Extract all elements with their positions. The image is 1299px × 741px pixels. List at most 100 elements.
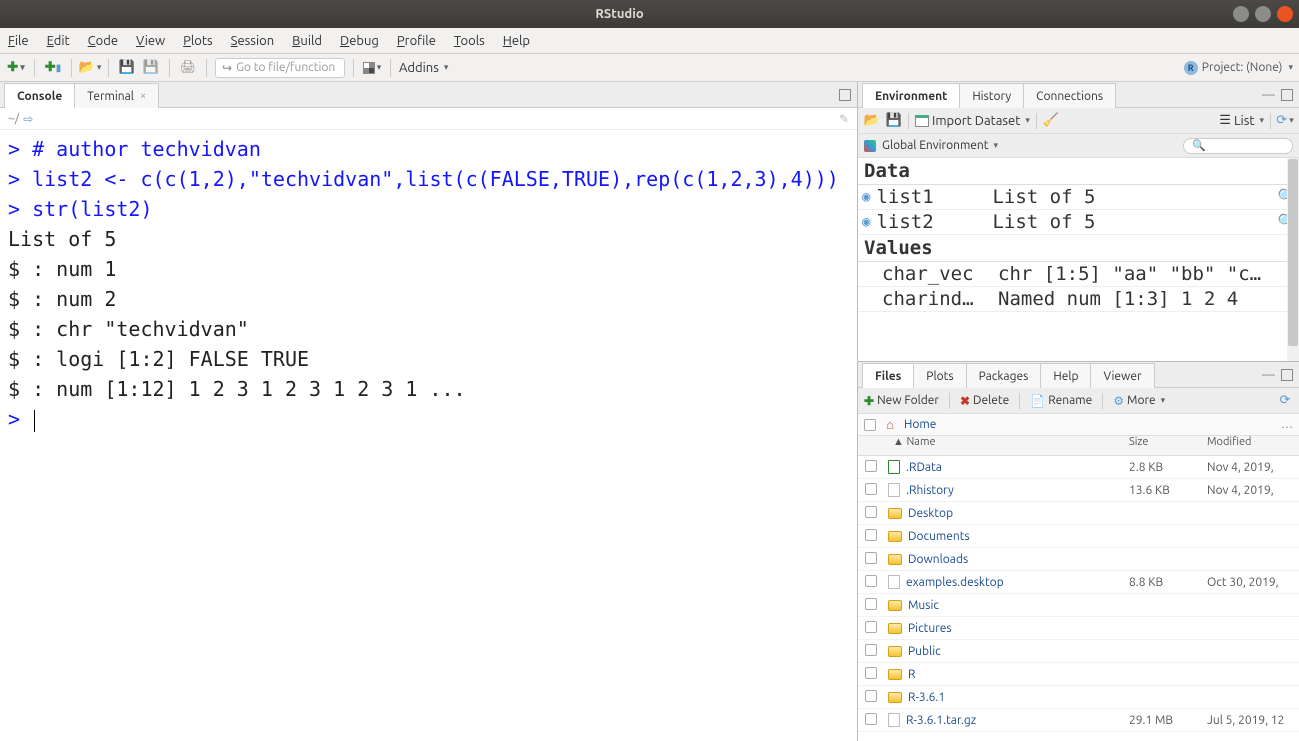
env-tabstrip: Environment History Connections — bbox=[858, 82, 1299, 108]
tab-terminal[interactable]: Terminal× bbox=[74, 83, 159, 108]
file-checkbox[interactable] bbox=[865, 575, 877, 587]
tab-connections[interactable]: Connections bbox=[1023, 83, 1116, 108]
menu-view[interactable]: View bbox=[136, 34, 165, 48]
path-arrow-icon[interactable]: ⇨ bbox=[23, 112, 33, 126]
close-button[interactable] bbox=[1277, 6, 1293, 22]
env-scope-selector[interactable]: Global Environment▾ bbox=[882, 139, 998, 152]
refresh-files-icon[interactable]: ⟳ bbox=[1277, 393, 1293, 409]
tab-console[interactable]: Console bbox=[4, 83, 75, 108]
new-folder-button[interactable]: ✚New Folder bbox=[864, 394, 939, 408]
menu-file[interactable]: File bbox=[8, 34, 29, 48]
file-checkbox[interactable] bbox=[865, 460, 877, 472]
file-row[interactable]: Desktop bbox=[858, 502, 1299, 525]
maximize-pane-icon[interactable] bbox=[1281, 89, 1293, 101]
refresh-env-icon[interactable]: ⟳▾ bbox=[1277, 113, 1293, 129]
minimize-pane-icon[interactable]: — bbox=[1262, 88, 1275, 102]
menu-session[interactable]: Session bbox=[231, 34, 274, 48]
delete-button[interactable]: ✖Delete bbox=[960, 394, 1009, 408]
col-modified-header[interactable]: Modified bbox=[1207, 436, 1299, 455]
load-workspace-icon[interactable]: 📂 bbox=[864, 113, 880, 129]
env-search-input[interactable] bbox=[1183, 138, 1293, 154]
working-dir[interactable]: ~/ bbox=[8, 112, 19, 125]
file-checkbox[interactable] bbox=[865, 483, 877, 495]
file-checkbox[interactable] bbox=[865, 529, 877, 541]
menu-debug[interactable]: Debug bbox=[340, 34, 379, 48]
env-row[interactable]: ◉list1List of 5🔍 bbox=[858, 185, 1299, 210]
file-checkbox[interactable] bbox=[865, 667, 877, 679]
select-all-checkbox[interactable] bbox=[864, 419, 876, 431]
expand-icon[interactable]: ◉ bbox=[862, 214, 870, 230]
console-output[interactable]: > # author techvidvan> list2 <- c(c(1,2)… bbox=[0, 130, 857, 741]
file-checkbox[interactable] bbox=[865, 621, 877, 633]
file-row[interactable]: R-3.6.1 bbox=[858, 686, 1299, 709]
file-row[interactable]: Music bbox=[858, 594, 1299, 617]
file-checkbox[interactable] bbox=[865, 506, 877, 518]
view-mode-selector[interactable]: ☰ List▾ bbox=[1219, 113, 1264, 128]
tab-plots[interactable]: Plots bbox=[913, 363, 966, 388]
new-project-icon[interactable]: ✚▮ bbox=[43, 58, 63, 78]
col-name-header[interactable]: ▲ Name bbox=[884, 436, 1129, 455]
file-row[interactable]: Downloads bbox=[858, 548, 1299, 571]
minimize-button[interactable] bbox=[1233, 6, 1249, 22]
pane-layout-icon[interactable] bbox=[839, 89, 851, 101]
file-row[interactable]: examples.desktop8.8 KBOct 30, 2019, bbox=[858, 571, 1299, 594]
menu-help[interactable]: Help bbox=[503, 34, 530, 48]
file-checkbox[interactable] bbox=[865, 713, 877, 725]
maximize-pane-icon[interactable] bbox=[1281, 369, 1293, 381]
tab-packages[interactable]: Packages bbox=[966, 363, 1042, 388]
addins-menu[interactable]: Addins▾ bbox=[399, 61, 448, 75]
menu-build[interactable]: Build bbox=[292, 34, 322, 48]
env-row[interactable]: ◉list2List of 5🔍 bbox=[858, 210, 1299, 235]
file-row[interactable]: Documents bbox=[858, 525, 1299, 548]
clear-workspace-icon[interactable]: 🧹 bbox=[1043, 113, 1059, 129]
folder-icon bbox=[888, 623, 902, 634]
file-row[interactable]: Public bbox=[858, 640, 1299, 663]
file-row[interactable]: R bbox=[858, 663, 1299, 686]
file-row[interactable]: .RData2.8 KBNov 4, 2019, bbox=[858, 456, 1299, 479]
file-checkbox[interactable] bbox=[865, 552, 877, 564]
menu-edit[interactable]: Edit bbox=[47, 34, 70, 48]
files-column-header: ▲ Name Size Modified bbox=[858, 436, 1299, 456]
path-more-icon[interactable]: … bbox=[1281, 418, 1293, 431]
tab-environment[interactable]: Environment bbox=[862, 83, 960, 108]
menu-tools[interactable]: Tools bbox=[454, 34, 485, 48]
file-checkbox[interactable] bbox=[865, 598, 877, 610]
file-row[interactable]: .Rhistory13.6 KBNov 4, 2019, bbox=[858, 479, 1299, 502]
open-file-icon[interactable]: 📂▾ bbox=[80, 58, 100, 78]
console-path-bar: ~/ ⇨ ✎ bbox=[0, 108, 857, 130]
home-icon[interactable]: ⌂ bbox=[882, 417, 898, 433]
goto-file-input[interactable]: ↪Go to file/function bbox=[215, 58, 345, 78]
project-selector[interactable]: R Project: (None)▾ bbox=[1184, 61, 1293, 75]
new-file-icon[interactable]: ✚▾ bbox=[6, 58, 26, 78]
env-scrollbar[interactable] bbox=[1287, 158, 1299, 361]
file-checkbox[interactable] bbox=[865, 690, 877, 702]
save-workspace-icon[interactable]: 💾 bbox=[886, 113, 902, 129]
save-icon[interactable]: 💾 bbox=[117, 58, 137, 78]
clear-console-icon[interactable]: ✎ bbox=[839, 112, 849, 126]
menu-profile[interactable]: Profile bbox=[397, 34, 436, 48]
close-icon[interactable]: × bbox=[140, 90, 146, 102]
expand-icon[interactable]: ◉ bbox=[862, 189, 870, 205]
env-row[interactable]: char_vecchr [1:5] "aa" "bb" "c… bbox=[858, 262, 1299, 287]
save-all-icon[interactable]: 💾 bbox=[141, 58, 161, 78]
files-pane: Files Plots Packages Help Viewer — ✚New … bbox=[858, 362, 1299, 741]
breadcrumb-home[interactable]: Home bbox=[904, 418, 936, 431]
print-icon[interactable]: 🖨 bbox=[178, 58, 198, 78]
file-row[interactable]: Pictures bbox=[858, 617, 1299, 640]
tab-history[interactable]: History bbox=[959, 83, 1024, 108]
tab-files[interactable]: Files bbox=[862, 363, 914, 388]
grid-icon[interactable]: ▾ bbox=[362, 58, 382, 78]
tab-help[interactable]: Help bbox=[1040, 363, 1091, 388]
rename-button[interactable]: 📄Rename bbox=[1030, 394, 1092, 408]
menu-plots[interactable]: Plots bbox=[183, 34, 213, 48]
maximize-button[interactable] bbox=[1255, 6, 1271, 22]
file-checkbox[interactable] bbox=[865, 644, 877, 656]
menu-code[interactable]: Code bbox=[88, 34, 118, 48]
more-menu[interactable]: ⚙More▾ bbox=[1113, 394, 1165, 408]
file-row[interactable]: R-3.6.1.tar.gz29.1 MBJul 5, 2019, 12 bbox=[858, 709, 1299, 732]
col-size-header[interactable]: Size bbox=[1129, 436, 1207, 455]
env-row[interactable]: charind…Named num [1:3] 1 2 4 bbox=[858, 287, 1299, 312]
minimize-pane-icon[interactable]: — bbox=[1262, 368, 1275, 382]
tab-viewer[interactable]: Viewer bbox=[1090, 363, 1154, 388]
import-dataset-menu[interactable]: Import Dataset▾ bbox=[915, 114, 1030, 128]
